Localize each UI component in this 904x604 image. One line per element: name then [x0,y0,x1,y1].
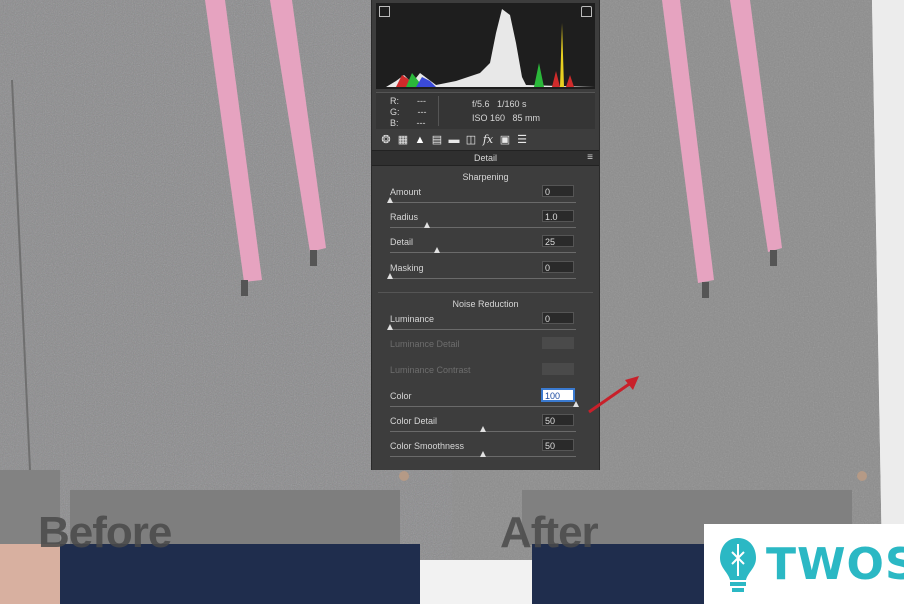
color-detail-field[interactable]: 50 [542,414,574,426]
g-value: --- [417,107,427,117]
b-label: B: [390,118,399,128]
g-label: G: [390,107,400,117]
camera-raw-panel: R: --- G: --- B: --- f/5.6 1/160 s ISO 160 … [371,0,600,470]
color-smoothness-label: Color Smoothness [390,441,465,451]
calibration-icon[interactable]: ▣ [499,134,511,146]
radius-slider-thumb[interactable] [424,222,431,228]
detail-slider-thumb[interactable] [433,247,440,253]
color-detail-slider-thumb[interactable] [480,426,486,432]
color-smoothness-slider-thumb[interactable] [480,451,486,457]
masking-slider-thumb[interactable] [387,273,393,279]
detail-row: Detail 25 [372,235,599,263]
amount-field[interactable]: 0 [542,185,574,197]
luminance-field[interactable]: 0 [542,312,574,324]
shutter-value: 1/160 s [497,99,527,109]
color-field[interactable]: 100 [542,389,574,401]
masking-row: Masking 0 [372,261,599,289]
grid-icon[interactable]: ▦ [397,134,409,146]
camera-icon[interactable]: ❂ [380,134,392,146]
twos-logo: TWOS [704,524,904,604]
radius-slider-track[interactable] [390,227,576,228]
luminance-detail-field [542,337,574,349]
r-label: R: [390,96,399,106]
detail-field[interactable]: 25 [542,235,574,247]
lens-icon[interactable]: ◫ [465,134,477,146]
luminance-detail-row: Luminance Detail [372,337,599,365]
color-smoothness-field[interactable]: 50 [542,439,574,451]
detail-label: Detail [390,237,414,247]
color-detail-label: Color Detail [390,416,438,426]
color-slider-thumb[interactable] [573,401,579,407]
focal-length-value: 85 mm [512,113,541,123]
histogram-graph [386,9,595,87]
noise-reduction-title: Noise Reduction [452,299,519,309]
logo-text: TWOS [766,539,904,590]
iso-value: ISO 160 [472,113,506,123]
menu-icon[interactable]: ≡ [587,151,593,165]
amount-slider-track[interactable] [390,202,576,203]
color-smoothness-row: Color Smoothness 50 [372,439,599,467]
hsl-icon[interactable]: ▬ [448,134,460,146]
luminance-slider-thumb[interactable] [387,324,393,330]
aperture-value: f/5.6 [472,99,490,109]
luminance-contrast-row: Luminance Contrast [372,363,599,391]
amount-label: Amount [390,187,422,197]
histogram [376,3,595,89]
section-title: Detail [473,153,497,163]
masking-field[interactable]: 0 [542,261,574,273]
after-caption: After [500,508,599,557]
masking-label: Masking [390,263,424,273]
masking-slider-track[interactable] [390,278,576,279]
lightbulb-icon [720,538,756,592]
section-divider [378,292,593,293]
r-value: --- [417,96,426,106]
before-caption: Before [38,508,172,557]
color-label: Color [390,391,412,401]
luminance-label: Luminance [390,314,435,324]
info-readout: R: --- G: --- B: --- f/5.6 1/160 s ISO 160 … [376,92,595,129]
color-slider-track[interactable] [390,406,576,407]
panel-tabs: ❂ ▦ ▲ ▤ ▬ ◫ fx ▣ ☰ [376,131,595,148]
sharpening-title: Sharpening [462,172,509,182]
annotation-arrow-icon [588,376,639,414]
luminance-slider-track[interactable] [390,329,576,330]
radius-field[interactable]: 1.0 [542,210,574,222]
section-header: Detail ≡ [372,150,599,166]
presets-icon[interactable]: ☰ [516,134,528,146]
radius-label: Radius [390,212,419,222]
luminance-detail-label: Luminance Detail [390,339,460,349]
b-value: --- [416,118,426,128]
mountain-icon[interactable]: ▲ [414,134,426,146]
luminance-contrast-field [542,363,574,375]
split-icon[interactable]: ▤ [431,134,443,146]
amount-slider-thumb[interactable] [387,197,393,203]
luminance-contrast-label: Luminance Contrast [390,365,471,375]
fx-icon[interactable]: fx [482,133,494,146]
detail-slider-track[interactable] [390,252,576,253]
